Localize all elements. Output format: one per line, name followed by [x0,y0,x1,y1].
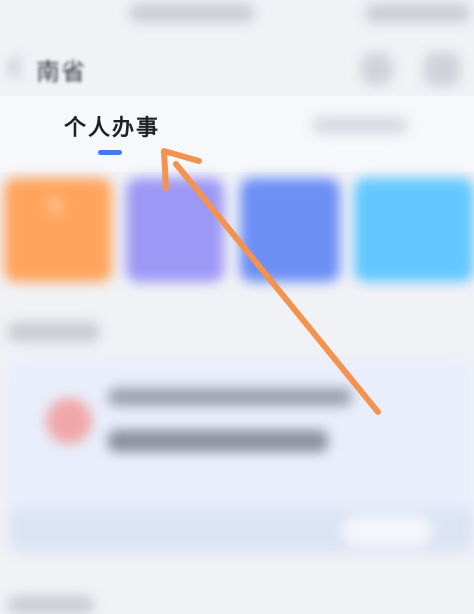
notice-action-button[interactable] [342,516,432,546]
header: 南省 [0,40,474,96]
status-icons [366,4,470,22]
tab-personal-affairs[interactable]: 个人办事 [64,110,160,142]
tab-indicator [98,150,122,155]
service-card-label: 办 [48,196,65,215]
notice-subtitle [108,430,328,452]
notice-footer [8,508,474,554]
more-icon[interactable] [424,52,460,86]
section-heading [8,322,100,342]
notice-avatar [46,398,92,444]
section-heading [8,596,94,614]
notice-panel[interactable] [8,358,474,554]
tab-other[interactable] [312,116,408,134]
service-card[interactable] [126,178,224,282]
service-card[interactable] [354,178,474,282]
tab-bar: 个人办事 [0,96,474,172]
region-title: 南省 [36,58,86,86]
notice-title [108,388,352,406]
service-card[interactable] [240,178,340,282]
app-screen: 南省 个人办事 办 [0,0,474,614]
status-indicator [130,4,254,22]
service-card[interactable]: 办 [4,178,112,282]
chevron-left-icon[interactable] [8,54,22,80]
search-icon[interactable] [360,52,394,86]
